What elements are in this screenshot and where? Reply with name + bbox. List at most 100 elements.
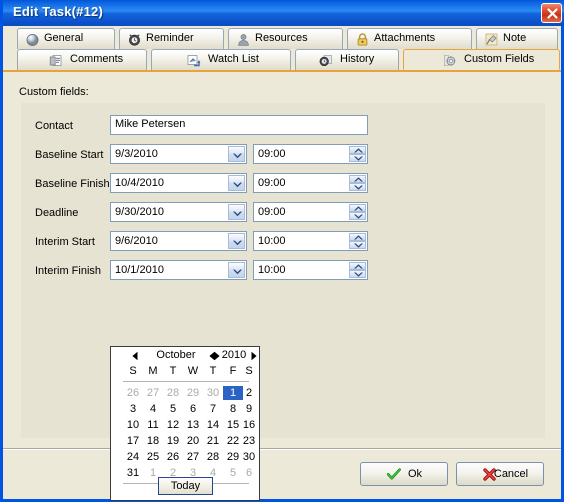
calendar-day-cell[interactable]: 13 [183,418,203,432]
contact-input[interactable]: Mike Petersen [110,115,368,135]
calendar-day-cell[interactable]: 2 [241,386,257,400]
deadline-time-up-button[interactable] [349,204,366,212]
calendar-day-cell[interactable]: 26 [163,450,183,464]
calendar-day-cell[interactable]: 29 [223,450,243,464]
tab-selected-underline [3,70,561,72]
calendar-day-cell[interactable]: 17 [123,434,143,448]
chevron-down-icon [233,182,242,188]
baseline-finish-time-up-button[interactable] [349,175,366,183]
calendar-day-cell[interactable]: 31 [123,466,143,480]
weekday-header-we: W [187,365,199,377]
interim-finish-time-spinner[interactable]: 10:00 [253,260,368,280]
tab-resources[interactable]: Resources [228,28,343,49]
calendar-day-cell[interactable]: 27 [183,450,203,464]
tab-watch-list[interactable]: Watch List [151,49,291,70]
deadline-time-spinner[interactable]: 09:00 [253,202,368,222]
chevron-down-icon [354,243,363,248]
calendar-day-cell[interactable]: 19 [163,434,183,448]
calendar-day-cell[interactable]: 9 [241,402,257,416]
baseline-start-date-dropdown-button[interactable] [228,146,245,162]
baseline-start-time-down-button[interactable] [349,154,366,162]
baseline-finish-time-value: 09:00 [258,177,286,189]
calendar-day-cell[interactable]: 4 [143,402,163,416]
calendar-day-cell[interactable]: 28 [163,386,183,400]
prev-year-arrow[interactable] [208,351,217,361]
calendar-day-cell[interactable]: 16 [241,418,257,432]
interim-finish-time-down-button[interactable] [349,270,366,278]
calendar-day-cell[interactable]: 15 [223,418,243,432]
calendar-day-cell[interactable]: 3 [123,402,143,416]
deadline-date-combo[interactable]: 9/30/2010 [110,202,247,222]
baseline-finish-time-spinner[interactable]: 09:00 [253,173,368,193]
calendar-day-cell[interactable]: 24 [123,450,143,464]
calendar-day-cell[interactable]: 6 [241,466,257,480]
calendar-day-cell[interactable]: 5 [163,402,183,416]
weekday-header-fr: F [229,365,237,377]
chevron-down-icon [233,240,242,246]
calendar-day-cell[interactable]: 18 [143,434,163,448]
date-picker-calendar[interactable]: October 2010 S M T W T F S 1 26 27 28 29… [110,346,260,501]
calendar-day-cell[interactable]: 12 [163,418,183,432]
calendar-day-cell[interactable]: 10 [123,418,143,432]
interim-finish-date-value: 10/1/2010 [115,264,164,276]
calendar-day-cell[interactable]: 25 [143,450,163,464]
tab-custom-fields[interactable]: Custom Fields [403,49,560,70]
custom-fields-page: Custom fields: Contact Mike Petersen Bas… [3,76,561,501]
tab-comments-label: Comments [70,53,124,65]
interim-start-date-dropdown-button[interactable] [228,233,245,249]
prev-month-arrow[interactable] [131,351,140,361]
calendar-day-cell[interactable]: 28 [203,450,223,464]
interim-start-time-spinner[interactable]: 10:00 [253,231,368,251]
tab-general[interactable]: General [17,28,115,49]
calendar-day-cell[interactable]: 29 [183,386,203,400]
calendar-day-cell[interactable]: 8 [223,402,243,416]
tab-reminder[interactable]: Reminder [119,28,224,49]
calendar-day-cell[interactable]: 14 [203,418,223,432]
tab-resources-label: Resources [255,32,308,44]
interim-finish-time-up-button[interactable] [349,262,366,270]
calendar-day-cell[interactable]: 6 [183,402,203,416]
interim-finish-date-dropdown-button[interactable] [228,262,245,278]
today-button[interactable]: Today [158,477,213,495]
baseline-start-time-up-button[interactable] [349,146,366,154]
tab-comments[interactable]: Comments [17,49,147,70]
calendar-header: October 2010 [111,347,259,364]
label-contact: Contact [35,120,73,132]
title-bar: Edit Task(#12) [3,0,564,26]
tab-attachments[interactable]: Attachments [347,28,472,49]
baseline-finish-date-combo[interactable]: 10/4/2010 [110,173,247,193]
baseline-finish-date-dropdown-button[interactable] [228,175,245,191]
baseline-finish-time-down-button[interactable] [349,183,366,191]
calendar-day-cell[interactable]: 7 [203,402,223,416]
deadline-time-down-button[interactable] [349,212,366,220]
baseline-start-time-spinner[interactable]: 09:00 [253,144,368,164]
calendar-day-cell[interactable]: 30 [203,386,223,400]
ok-button[interactable]: Ok [360,462,448,486]
tab-note[interactable]: Note [476,28,558,49]
chevron-down-icon [354,272,363,277]
next-year-arrow[interactable] [249,351,258,361]
interim-start-time-down-button[interactable] [349,241,366,249]
close-button[interactable] [541,3,562,23]
calendar-day-cell[interactable]: 30 [241,450,257,464]
calendar-day-cell[interactable]: 11 [143,418,163,432]
chevron-up-icon [354,264,363,269]
calendar-day-cell[interactable]: 5 [223,466,243,480]
interim-start-time-up-button[interactable] [349,233,366,241]
calendar-day-cell[interactable]: 21 [203,434,223,448]
interim-finish-date-combo[interactable]: 10/1/2010 [110,260,247,280]
cancel-button[interactable]: Cancel [456,462,544,486]
tab-history[interactable]: History [295,49,399,70]
deadline-date-dropdown-button[interactable] [228,204,245,220]
deadline-date-value: 9/30/2010 [115,206,164,218]
baseline-start-date-combo[interactable]: 9/3/2010 [110,144,247,164]
calendar-day-cell[interactable]: 20 [183,434,203,448]
calendar-day-cell[interactable]: 26 [123,386,143,400]
calendar-day-cell[interactable]: 27 [143,386,163,400]
calendar-day-cell[interactable]: 1 [223,386,243,400]
calendar-day-cell[interactable]: 22 [223,434,243,448]
calendar-day-cell[interactable]: 23 [241,434,257,448]
interim-start-date-combo[interactable]: 9/6/2010 [110,231,247,251]
chevron-down-icon [233,269,242,275]
label-interim-finish: Interim Finish [35,265,102,277]
